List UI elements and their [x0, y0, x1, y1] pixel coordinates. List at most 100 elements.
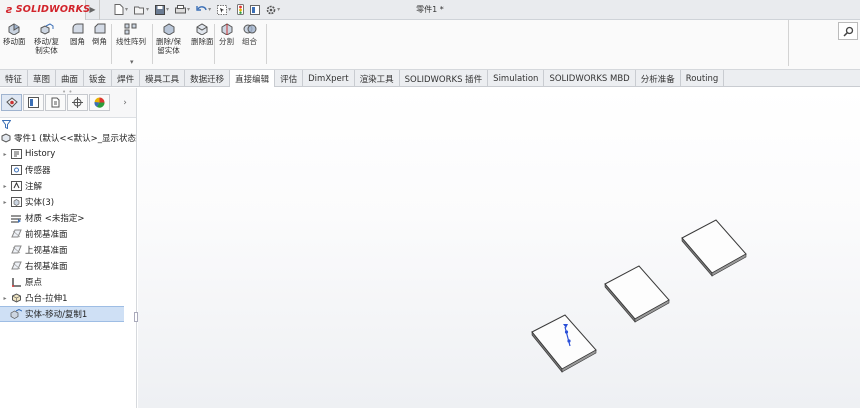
move-copy-body-button[interactable]: 移动/复 制实体	[34, 23, 59, 55]
chamfer-label: 倒角	[92, 37, 107, 46]
tab-7[interactable]: 直接编辑	[230, 70, 276, 87]
tree-item-9[interactable]: ▸ 凸台-拉伸1	[0, 290, 136, 306]
save-icon	[155, 4, 166, 15]
chamfer-icon	[94, 23, 105, 34]
tab-11[interactable]: SOLIDWORKS 插件	[400, 70, 489, 87]
chamfer-button[interactable]: 倒角	[92, 23, 107, 46]
open-folder-icon	[134, 6, 145, 14]
new-document-icon	[114, 4, 124, 15]
graphics-viewport[interactable]	[138, 88, 860, 408]
filter-icon	[2, 119, 11, 129]
tree-item-label: 原点	[25, 278, 43, 288]
open-button[interactable]: ▾	[134, 5, 149, 15]
tab-configuration-manager[interactable]	[45, 94, 66, 111]
delete-keep-body-label: 删除/保 留实体	[156, 37, 182, 55]
tab-2[interactable]: 曲面	[56, 70, 85, 87]
select-cursor-icon	[217, 4, 228, 15]
delete-face-button[interactable]: 删除面	[191, 23, 214, 46]
plane-icon	[10, 229, 22, 240]
filter-button[interactable]	[0, 118, 136, 130]
solid-body-plate-1[interactable]	[531, 314, 597, 373]
chevron-down-icon: ▾	[208, 6, 212, 13]
print-button[interactable]: ▾	[175, 4, 190, 15]
tree-item-1[interactable]: 传感器	[0, 162, 136, 178]
ds-logo-icon: ƨ	[6, 3, 13, 16]
split-button[interactable]: 分割	[219, 23, 234, 46]
chevron-down-icon[interactable]: ▾	[130, 58, 134, 66]
part-icon	[1, 133, 11, 144]
tab-9[interactable]: DimXpert	[303, 70, 355, 87]
delete-keep-body-button[interactable]: 删除/保 留实体	[156, 23, 181, 55]
tab-dimxpert-manager[interactable]	[67, 94, 88, 111]
move-copy-icon	[10, 309, 22, 320]
combine-label: 组合	[242, 37, 257, 46]
fillet-button[interactable]: 圆角	[70, 23, 85, 46]
solid-bodies-icon	[10, 197, 22, 208]
tree-item-10[interactable]: 实体-移动/复制1	[0, 306, 124, 322]
undo-button[interactable]: ▾	[196, 5, 211, 15]
configuration-manager-icon	[51, 97, 60, 108]
options-button[interactable]: ▾	[266, 5, 280, 15]
menu-expand-arrow-icon[interactable]: ▶	[86, 0, 100, 20]
tree-root-label: 零件1 (默认<<默认>_显示状态	[14, 134, 137, 144]
tree-item-label: 上视基准面	[25, 246, 68, 256]
combine-button[interactable]: 组合	[242, 23, 257, 46]
select-button[interactable]: ▾	[217, 4, 231, 15]
tab-feature-manager[interactable]	[1, 94, 22, 111]
expand-arrow-icon[interactable]: ▸	[0, 151, 10, 158]
search-icon	[842, 26, 853, 37]
tab-6[interactable]: 数据迁移	[185, 70, 231, 87]
rebuild-button[interactable]	[237, 4, 245, 15]
search-button[interactable]	[838, 22, 858, 40]
linear-pattern-button[interactable]: 线性阵列	[116, 23, 146, 46]
tab-13[interactable]: SOLIDWORKS MBD	[544, 70, 636, 87]
origin-icon	[10, 277, 22, 288]
fillet-label: 圆角	[70, 37, 85, 46]
tab-0[interactable]: 特征	[0, 70, 29, 87]
tab-1[interactable]: 草图	[28, 70, 57, 87]
chevron-right-icon[interactable]: ›	[116, 94, 134, 111]
solidworks-logo[interactable]: ƨ SOLIDWORKS	[0, 0, 90, 20]
new-document-button[interactable]: ▾	[114, 4, 128, 15]
tab-property-manager[interactable]	[23, 94, 44, 111]
solid-body-plate-3[interactable]	[681, 219, 747, 277]
tree-item-label: History	[25, 149, 56, 159]
tree-item-4[interactable]: 材质 <未指定>	[0, 210, 136, 226]
tree-item-8[interactable]: 原点	[0, 274, 136, 290]
tree-item-label: 右视基准面	[25, 262, 68, 272]
tree-item-0[interactable]: ▸ History	[0, 146, 136, 162]
sensor-icon	[10, 165, 22, 176]
expand-arrow-icon[interactable]: ▸	[0, 295, 10, 302]
tree-item-3[interactable]: ▸ 实体(3)	[0, 194, 136, 210]
tab-display-manager[interactable]	[89, 94, 110, 111]
ribbon-separator	[111, 24, 112, 64]
tree-item-label: 凸台-拉伸1	[25, 294, 68, 304]
expand-arrow-icon[interactable]: ▸	[0, 199, 10, 206]
tab-5[interactable]: 模具工具	[140, 70, 186, 87]
save-button[interactable]: ▾	[155, 4, 169, 15]
tree-item-2[interactable]: ▸ 注解	[0, 178, 136, 194]
tab-12[interactable]: Simulation	[488, 70, 545, 87]
tab-15[interactable]: Routing	[681, 70, 725, 87]
extrude-icon	[10, 293, 22, 304]
tab-4[interactable]: 焊件	[112, 70, 141, 87]
plane-icon	[10, 245, 22, 256]
move-face-icon	[8, 23, 20, 35]
solid-body-plate-2[interactable]	[604, 265, 670, 323]
tab-8[interactable]: 评估	[275, 70, 304, 87]
move-copy-body-icon	[40, 23, 54, 35]
move-face-button[interactable]: 移动面	[3, 23, 26, 46]
file-properties-button[interactable]	[250, 4, 261, 15]
tab-14[interactable]: 分析准备	[636, 70, 681, 87]
expand-arrow-icon[interactable]: ▸	[0, 183, 10, 190]
tree-item-6[interactable]: 上视基准面	[0, 242, 136, 258]
tab-10[interactable]: 渲染工具	[355, 70, 400, 87]
tree-root-part[interactable]: 零件1 (默认<<默认>_显示状态	[0, 130, 136, 146]
grip-handle[interactable]: • •	[62, 88, 72, 96]
file-properties-icon	[250, 4, 261, 15]
move-copy-body-label: 移动/复 制实体	[34, 37, 60, 55]
tree-item-5[interactable]: 前视基准面	[0, 226, 136, 242]
tab-3[interactable]: 钣金	[84, 70, 113, 87]
undo-icon	[196, 5, 207, 11]
tree-item-7[interactable]: 右视基准面	[0, 258, 136, 274]
